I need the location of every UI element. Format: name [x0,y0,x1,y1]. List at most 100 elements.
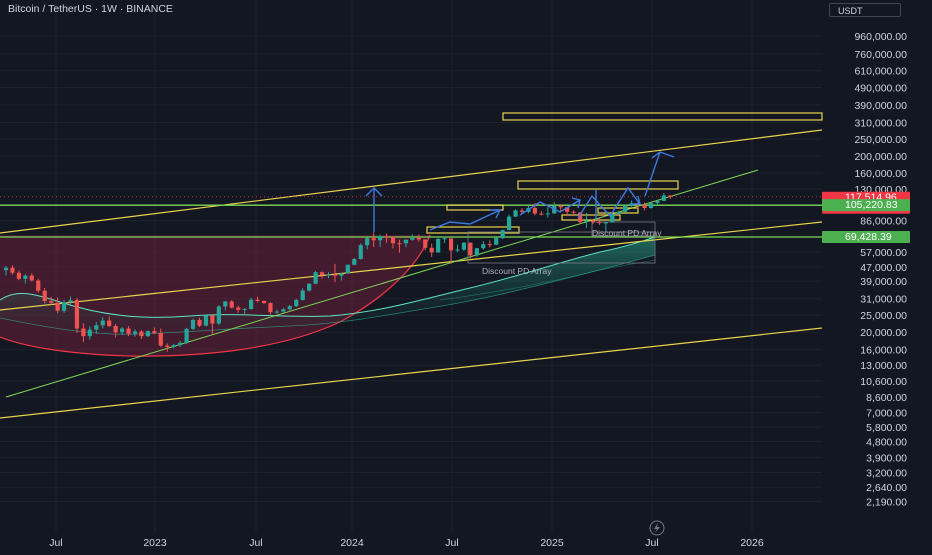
candle-body [152,331,157,334]
candle-body [403,239,408,244]
y-tick-label: 2,640.00 [866,482,907,494]
candle-body [436,238,441,253]
candle-body [61,302,67,311]
candle-body [584,220,589,222]
y-tick-label: 47,000.00 [860,262,907,274]
candle-body [210,315,215,324]
chart-area[interactable]: Discount PD Array Discount PD Array 960,0… [0,0,932,550]
candle-body [184,328,189,343]
y-tick-label: 310,000.00 [854,117,907,129]
x-tick-label: Jul [249,537,262,549]
candle-body [223,301,228,307]
candle-body [448,238,454,251]
candle-body [313,272,318,284]
candle-body [326,274,331,276]
candle-body [507,216,512,231]
y-tick-label: 13,000.00 [860,360,907,372]
candle-body [139,331,144,337]
candle-body [171,345,176,347]
candle-body [94,325,99,330]
candle-body [339,273,344,276]
y-tick-label: 3,200.00 [866,467,907,479]
candle-body [500,230,505,239]
discount-pd-array-label: Discount PD Array [482,266,552,276]
discount-pd-array-label: Discount PD Array [592,228,662,238]
x-tick-label: 2023 [143,537,167,549]
candle-body [268,303,273,313]
candle-body [603,222,608,224]
candle-body [423,239,428,248]
y-tick-label: 39,000.00 [860,276,907,288]
candle-body [120,328,125,333]
candle-body [178,342,183,346]
x-tick-label: 2026 [740,537,764,549]
candle-body [655,200,660,203]
candle-body [87,329,92,337]
candle-body [461,242,467,250]
candle-body [23,275,28,279]
y-tick-label: 200,000.00 [854,151,907,163]
candle-body [455,249,460,251]
candle-body [274,311,279,313]
candle-body [429,247,434,253]
candle-body [158,333,163,346]
y-tick-label: 3,900.00 [866,452,907,464]
y-tick-label: 16,000.00 [860,344,907,356]
candle-body [558,205,563,208]
candle-body [642,204,647,209]
candle-body [242,308,247,310]
y-tick-label: 390,000.00 [854,100,907,112]
x-tick-label: 2024 [340,537,364,549]
x-tick-label: Jul [445,537,458,549]
candle-body [442,238,447,240]
y-tick-label: 10,600.00 [860,376,907,388]
candle-body [384,236,389,238]
candle-body [468,242,473,256]
y-tick-label: 610,000.00 [854,66,907,78]
y-tick-label: 8,600.00 [866,392,907,404]
candle-body [16,272,21,279]
candle-body [81,328,86,337]
candle-body [294,299,299,307]
y-tick-label: 4,800.00 [866,436,907,448]
candle-body [190,319,196,329]
candle-body [307,283,312,291]
candle-body [623,205,628,212]
candle-body [68,300,73,303]
candle-body [197,319,202,326]
candle-body [616,211,621,214]
y-tick-label: 490,000.00 [854,82,907,94]
candle-body [165,345,170,347]
symbol-title: Bitcoin / TetherUS · 1W · BINANCE [8,3,173,15]
candle-body [216,306,221,324]
candle-body [3,267,9,271]
y-tick-label: 160,000.00 [854,168,907,180]
chart-canvas[interactable]: Discount PD Array Discount PD Array 960,0… [0,0,932,550]
candle-body [410,237,415,240]
currency-selector[interactable]: USDT [829,3,901,17]
candle-body [126,328,131,334]
y-tick-label: 25,000.00 [860,310,907,322]
y-tick-label: 250,000.00 [854,134,907,146]
candle-body [55,302,60,311]
candle-body [371,238,376,241]
candle-body [249,299,254,309]
candle-body [661,195,666,201]
y-tick-label: 5,800.00 [866,422,907,434]
candle-body [132,331,138,334]
price-tag-value: 105,220.83 [845,199,898,211]
candle-body [545,213,550,215]
candle-body [100,320,105,326]
candle-body [42,290,47,301]
candle-body [229,301,234,308]
candle-body [300,290,305,300]
candle-body [107,320,112,326]
candle-body [10,267,15,273]
candle-body [236,307,241,310]
candle-body [648,202,654,209]
x-tick-label: 2025 [540,537,564,549]
candle-body [255,299,260,301]
candle-body [319,272,325,275]
candle-body [513,210,518,217]
candle-body [397,243,402,245]
